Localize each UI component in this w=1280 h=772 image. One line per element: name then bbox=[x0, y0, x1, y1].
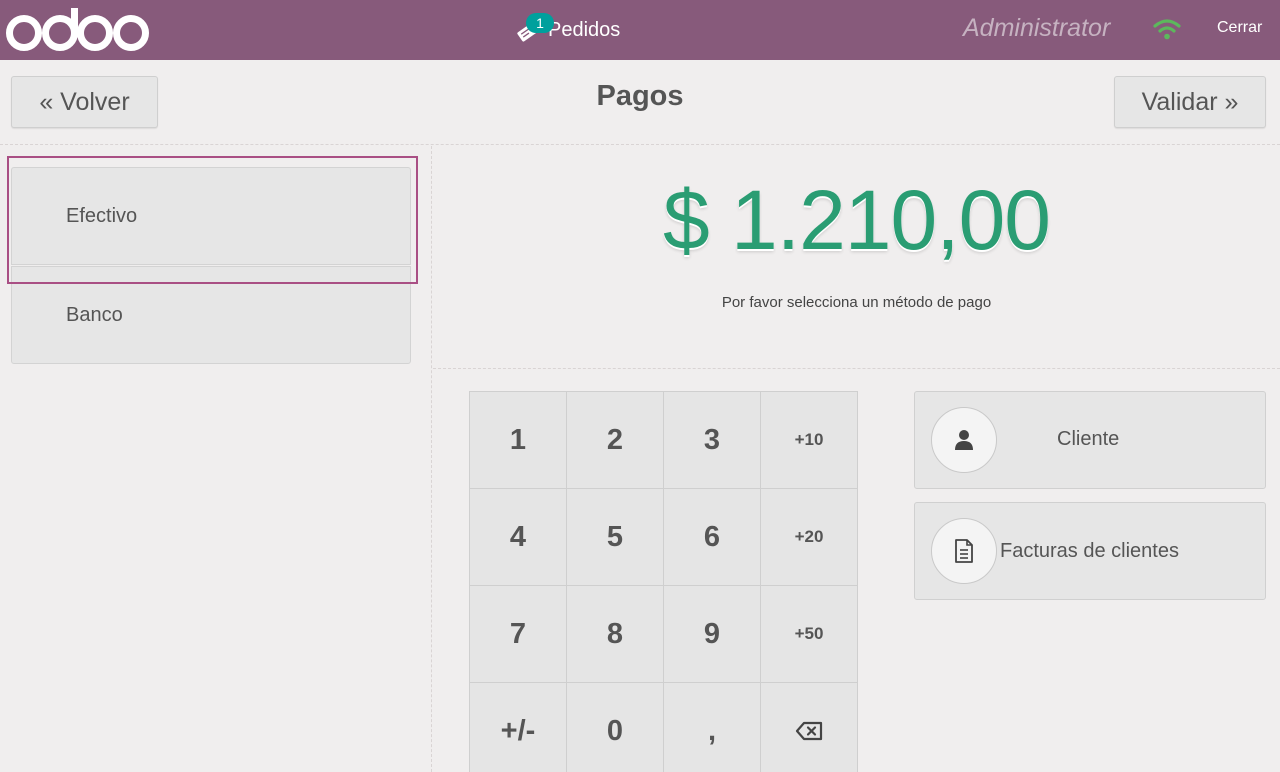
customer-button[interactable]: Cliente bbox=[914, 391, 1266, 489]
payment-method-bank[interactable]: Banco bbox=[11, 266, 411, 364]
ticket-icon: 1 bbox=[512, 13, 554, 45]
numpad-key-1[interactable]: 1 bbox=[470, 392, 567, 489]
customer-label: Cliente bbox=[1057, 428, 1120, 450]
payment-summary: $ 1.210,00 Por favor selecciona un métod… bbox=[433, 146, 1280, 369]
validate-button[interactable]: Validar » bbox=[1114, 76, 1266, 128]
payment-prompt: Por favor selecciona un método de pago bbox=[721, 294, 992, 311]
user-icon bbox=[931, 407, 997, 473]
user-name[interactable]: Administrator bbox=[963, 14, 1110, 43]
close-button[interactable]: Cerrar bbox=[1217, 19, 1262, 37]
top-bar: 1 Pedidos Administrator Cerrar bbox=[0, 0, 1280, 60]
backspace-icon bbox=[795, 721, 823, 741]
customer-invoices-button[interactable]: Facturas de clientes bbox=[914, 502, 1266, 600]
numpad-key-3[interactable]: 3 bbox=[664, 392, 761, 489]
numpad-key-plus20[interactable]: +20 bbox=[761, 489, 858, 586]
numpad-key-9[interactable]: 9 bbox=[664, 586, 761, 683]
numpad-key-8[interactable]: 8 bbox=[567, 586, 664, 683]
numpad-key-plus50[interactable]: +50 bbox=[761, 586, 858, 683]
numpad-key-7[interactable]: 7 bbox=[470, 586, 567, 683]
orders-label: Pedidos bbox=[548, 18, 621, 41]
numpad-key-4[interactable]: 4 bbox=[470, 489, 567, 586]
document-icon bbox=[931, 518, 997, 584]
orders-count-badge: 1 bbox=[526, 13, 554, 33]
numpad: 1 2 3 +10 4 5 6 +20 7 8 9 +50 +/- 0 , bbox=[469, 391, 858, 772]
numpad-key-0[interactable]: 0 bbox=[567, 683, 664, 772]
odoo-logo bbox=[6, 8, 149, 51]
payment-header: « Volver Pagos Validar » bbox=[0, 60, 1280, 145]
customer-invoices-label: Facturas de clientes bbox=[1000, 540, 1179, 562]
numpad-key-5[interactable]: 5 bbox=[567, 489, 664, 586]
numpad-key-plus10[interactable]: +10 bbox=[761, 392, 858, 489]
payment-method-cash[interactable]: Efectivo bbox=[11, 167, 411, 265]
numpad-key-6[interactable]: 6 bbox=[664, 489, 761, 586]
orders-button[interactable]: 1 Pedidos bbox=[512, 10, 620, 50]
wifi-icon bbox=[1153, 19, 1181, 40]
payment-method-label: Efectivo bbox=[66, 204, 138, 227]
numpad-key-comma[interactable]: , bbox=[664, 683, 761, 772]
page-title: Pagos bbox=[596, 80, 684, 112]
payment-methods-panel: Efectivo Banco bbox=[0, 146, 432, 772]
total-amount: $ 1.210,00 bbox=[662, 173, 1051, 267]
numpad-key-sign[interactable]: +/- bbox=[470, 683, 567, 772]
numpad-key-backspace[interactable] bbox=[761, 683, 858, 772]
numpad-key-2[interactable]: 2 bbox=[567, 392, 664, 489]
payment-method-label: Banco bbox=[66, 303, 123, 326]
